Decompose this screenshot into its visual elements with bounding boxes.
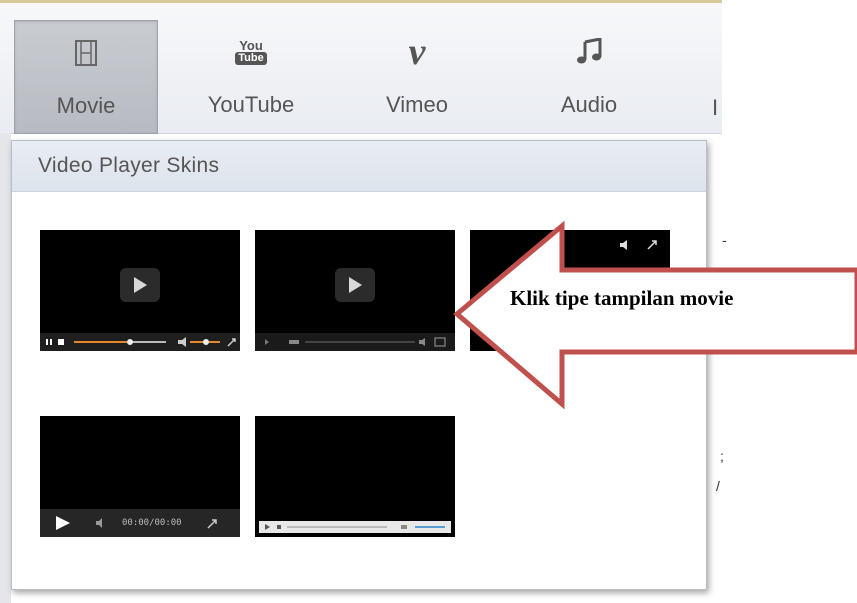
annotation-text: Klik tipe tampilan movie (510, 286, 734, 310)
